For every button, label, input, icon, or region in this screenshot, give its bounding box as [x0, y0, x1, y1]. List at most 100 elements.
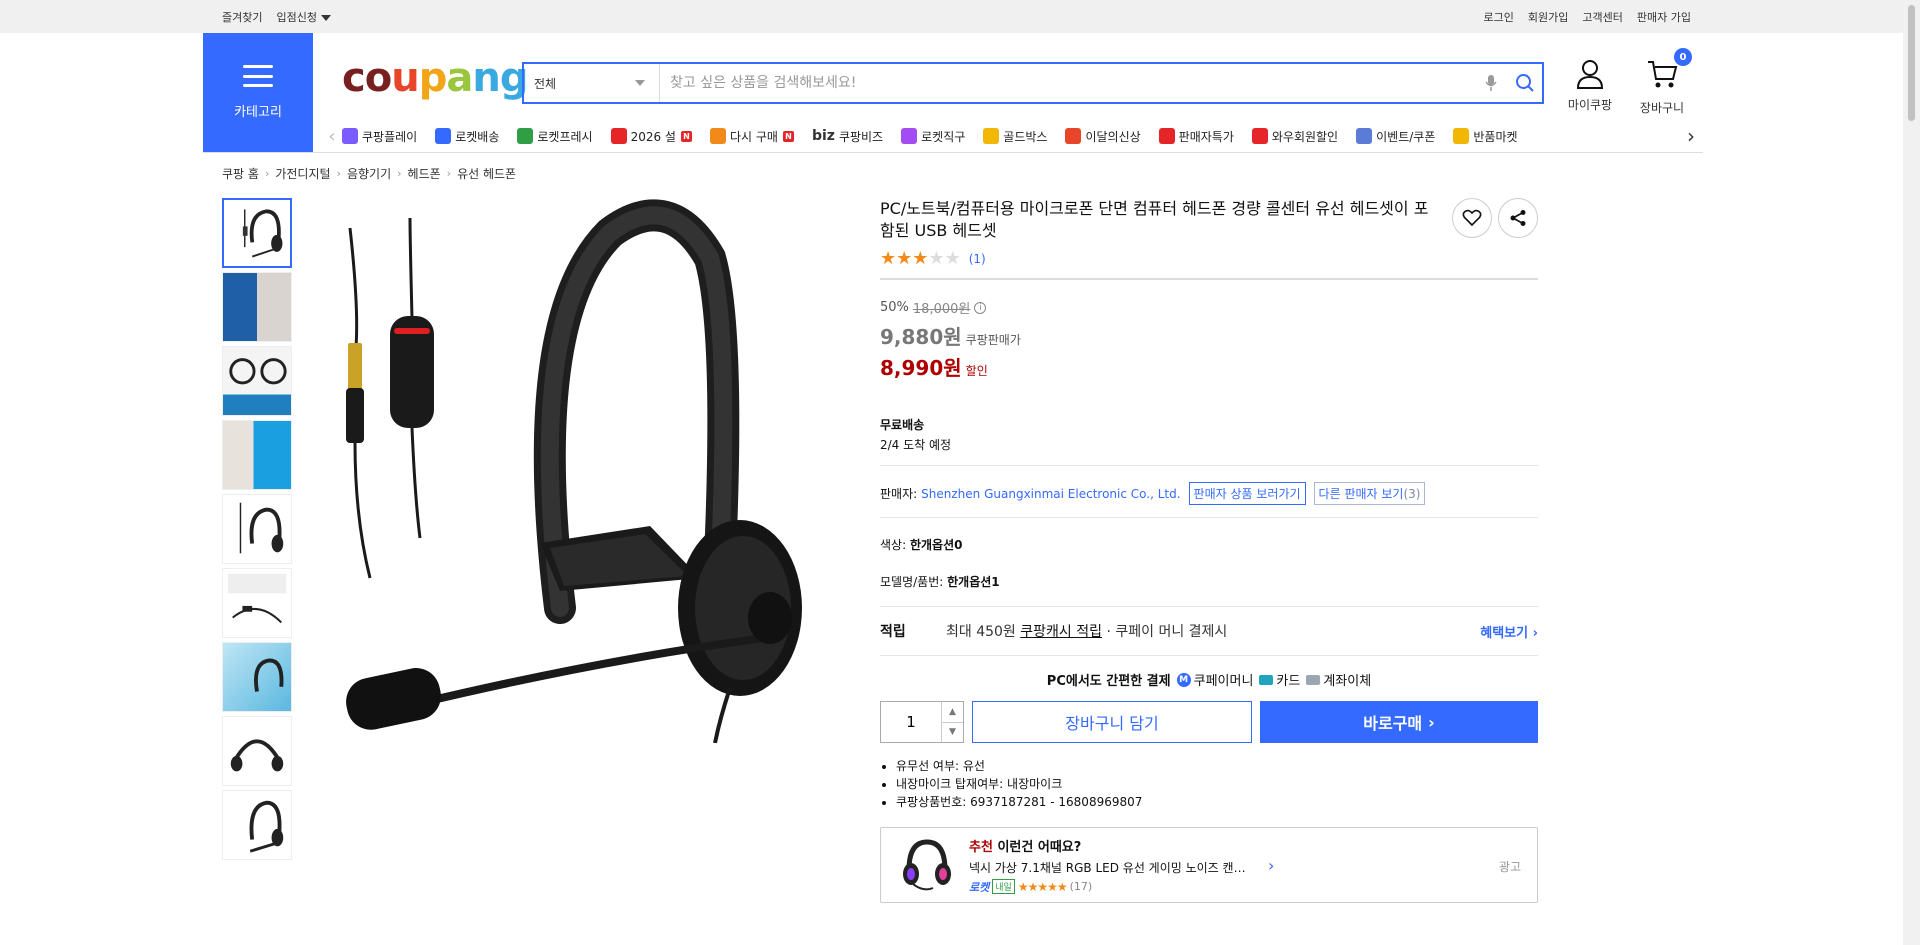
thumbnail-2[interactable] [222, 272, 292, 342]
nav-item-7[interactable]: 로켓직구 [901, 128, 965, 145]
category-menu-button[interactable]: 카테고리 [203, 33, 313, 152]
coupang-price-value: 9,880원 [880, 325, 962, 349]
top-utility-bar: 즐겨찾기 입점신청 로그인 회원가입 고객센터 판매자 가입 [0, 0, 1920, 33]
add-to-cart-button[interactable]: 장바구니 담기 [972, 701, 1252, 743]
nav-item-11[interactable]: 와우회원할인 [1251, 128, 1339, 145]
delivery-date: 2/4 도착 예정 [880, 438, 952, 452]
nav-item-8[interactable]: 골드박스 [983, 128, 1047, 145]
earn-label: 적립 [880, 624, 906, 640]
cart-label: 장바구니 [1639, 101, 1685, 115]
vendor-apply-link[interactable]: 입점신청 [276, 9, 331, 25]
review-count[interactable]: (1) [969, 252, 986, 266]
chevron-left-icon[interactable]: ‹ [322, 126, 342, 147]
chevron-right-icon: › [446, 167, 452, 180]
nav-item-12[interactable]: 이벤트/쿠폰 [1356, 128, 1435, 145]
coupang-logo[interactable]: coupang [342, 55, 528, 101]
seller-name-link[interactable]: Shenzhen Guangxinmai Electronic Co., Ltd… [921, 487, 1180, 501]
category-label: 카테고리 [234, 105, 282, 120]
microphone-icon [1485, 75, 1497, 91]
chevron-right-icon[interactable]: › [1268, 856, 1274, 875]
login-link[interactable]: 로그인 [1484, 9, 1514, 25]
voice-search-button[interactable] [1474, 64, 1508, 102]
nav-item-label: 이벤트/쿠폰 [1376, 129, 1436, 144]
chevron-right-icon[interactable]: › [1680, 122, 1702, 150]
chevron-right-icon: › [336, 167, 341, 180]
goldbox-icon [983, 128, 1000, 144]
card-icon [1259, 674, 1274, 685]
product-title: PC/노트북/컴퓨터용 마이크로폰 단면 컴퓨터 헤드폰 경량 콜센터 유선 헤… [880, 199, 1429, 240]
thumbnail-4[interactable] [222, 420, 292, 490]
seller-products-button[interactable]: 판매자 상품 보러가기 [1188, 482, 1306, 505]
seller-signup-link[interactable]: 판매자 가입 [1637, 9, 1691, 25]
customer-center-link[interactable]: 고객센터 [1582, 9, 1622, 25]
thumbnail-3[interactable] [222, 346, 292, 416]
main-product-image[interactable] [310, 198, 810, 744]
share-button[interactable] [1498, 198, 1538, 238]
cart-button[interactable]: 0 장바구니 [1630, 48, 1694, 116]
recommendation-card[interactable]: 추천 이런건 어때요? 넥시 가상 7.1채널 RGB LED 유선 게이밍 노… [880, 827, 1538, 903]
nav-item-1[interactable]: 쿠팡플레이 [342, 128, 417, 145]
rating-stars: ★★★★★ [880, 250, 961, 268]
thumbnail-8[interactable] [222, 716, 292, 786]
seller-label: 판매자: [880, 487, 918, 501]
percent-icon [1158, 128, 1175, 144]
nav-item-10[interactable]: 판매자특가 [1158, 128, 1234, 145]
thumbnail-9[interactable] [222, 790, 292, 860]
gift-icon [610, 128, 627, 144]
page-scrollbar[interactable] [1903, 0, 1920, 945]
vendor-apply-label: 입점신청 [276, 10, 317, 24]
breadcrumb-headphones[interactable]: 헤드폰 [408, 165, 441, 182]
sale-price: 8,990원 할인 [880, 352, 1538, 381]
thumbnail-1[interactable] [222, 198, 292, 268]
biz-icon: biz [811, 128, 835, 144]
buy-now-button[interactable]: 바로구매 › [1260, 701, 1538, 743]
bookmark-link[interactable]: 즐겨찾기 [222, 9, 262, 25]
thumbnail-7[interactable] [222, 642, 292, 712]
info-icon[interactable]: i [974, 301, 987, 314]
benefits-link[interactable]: 혜택보기 › [1480, 622, 1538, 641]
nav-item-label: 와우회원할인 [1271, 129, 1339, 144]
search-category-select[interactable]: 전체 [524, 64, 660, 102]
product-rating[interactable]: ★★★★★ (1) [880, 250, 1538, 280]
recommend-product-name: 넥시 가상 7.1채널 RGB LED 유선 게이밍 노이즈 캔슬링 헤드셋 [969, 860, 1254, 875]
coupang-price-label: 쿠팡판매가 [965, 333, 1021, 347]
nav-item-2[interactable]: 로켓배송 [435, 128, 499, 145]
wishlist-button[interactable] [1452, 198, 1492, 238]
signup-link[interactable]: 회원가입 [1528, 9, 1568, 25]
nav-item-5[interactable]: 다시 구매 N [709, 128, 794, 145]
nav-item-13[interactable]: 반품마켓 [1453, 128, 1518, 145]
pay-method-1: 쿠페이머니 [1193, 674, 1254, 689]
quantity-decrease-icon[interactable]: ▼ [942, 721, 963, 743]
breadcrumb-home[interactable]: 쿠팡 홈 [222, 165, 259, 182]
color-option: 색상: 한개옵션0 [880, 536, 1538, 553]
original-price: 18,000원 [912, 302, 971, 317]
thumbnail-5[interactable] [222, 494, 292, 564]
nav-item-3[interactable]: 로켓프레시 [517, 128, 593, 145]
thumbnail-6[interactable] [222, 568, 292, 638]
nav-item-4[interactable]: 2026 설 N [610, 128, 692, 145]
earn-max: 최대 450원 [946, 624, 1016, 640]
purchase-row: ▲ ▼ 장바구니 담기 바로구매 › [880, 701, 1538, 743]
breadcrumb-audio[interactable]: 음향기기 [347, 165, 391, 182]
my-coupang-button[interactable]: 마이쿠팡 [1558, 58, 1622, 113]
scrollbar-thumb[interactable] [1907, 4, 1916, 122]
earn-condition: · 쿠페이 머니 결제시 [1106, 624, 1228, 640]
search-input[interactable] [660, 64, 1474, 102]
breadcrumb-wired-headphones[interactable]: 유선 헤드폰 [457, 165, 516, 182]
quantity-input[interactable] [881, 702, 941, 742]
nav-item-label: 로켓직구 [921, 129, 966, 144]
nav-item-6[interactable]: biz 쿠팡비즈 [812, 128, 883, 145]
chevron-right-icon: › [264, 167, 270, 180]
play-icon [342, 128, 358, 144]
breadcrumb-electronics[interactable]: 가전디지털 [275, 165, 330, 182]
chevron-right-icon: › [397, 167, 402, 180]
quantity-increase-icon[interactable]: ▲ [942, 702, 963, 722]
ad-label: 광고 [1498, 860, 1521, 874]
nav-item-9[interactable]: 이달의신상 [1065, 128, 1141, 145]
recommend-review-count: (17) [1069, 880, 1093, 893]
seller-row: 판매자: Shenzhen Guangxinmai Electronic Co.… [880, 482, 1538, 518]
search-button[interactable] [1508, 64, 1542, 102]
earn-link[interactable]: 쿠팡캐시 적립 [1020, 621, 1102, 641]
global-rocket-icon [901, 128, 918, 144]
other-sellers-button[interactable]: 다른 판매자 보기(3) [1313, 482, 1426, 505]
